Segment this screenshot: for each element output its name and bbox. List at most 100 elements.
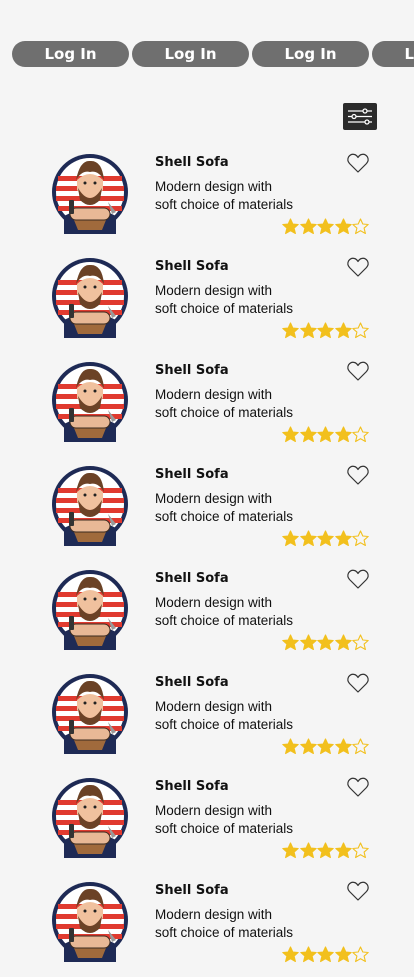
- star-filled-icon: [282, 634, 299, 651]
- product-title: Shell Sofa: [155, 779, 229, 794]
- barber-mascot-image: [52, 570, 128, 650]
- star-filled-icon: [282, 946, 299, 963]
- barber-mascot-image: [52, 674, 128, 754]
- product-card[interactable]: Shell Sofa Modern design with soft choic…: [0, 873, 414, 977]
- star-filled-icon: [334, 634, 352, 651]
- description-line: Modern design with: [155, 387, 273, 402]
- star-filled-icon: [299, 530, 317, 547]
- product-card[interactable]: Shell Sofa Modern design with soft choic…: [0, 561, 414, 665]
- star-filled-icon: [299, 634, 317, 651]
- product-card[interactable]: Shell Sofa Modern design with soft choic…: [0, 353, 414, 457]
- star-filled-icon: [317, 634, 334, 651]
- product-title: Shell Sofa: [155, 363, 229, 378]
- description-line: Modern design with: [155, 803, 273, 818]
- star-filled-icon: [334, 842, 352, 859]
- product-title: Shell Sofa: [155, 571, 229, 586]
- barber-mascot-image: [52, 258, 128, 338]
- heart-icon[interactable]: [346, 880, 370, 902]
- description-line: soft choice of materials: [155, 197, 294, 212]
- product-description: Modern design with soft choice of materi…: [155, 178, 305, 214]
- product-title: Shell Sofa: [155, 675, 229, 690]
- heart-icon[interactable]: [346, 776, 370, 798]
- product-card[interactable]: Shell Sofa Modern design with soft choic…: [0, 249, 414, 353]
- barber-mascot-image: [52, 778, 128, 858]
- star-filled-icon: [317, 218, 334, 235]
- description-line: soft choice of materials: [155, 613, 294, 628]
- star-rating: [282, 738, 372, 756]
- login-tab[interactable]: Log In: [252, 41, 369, 67]
- star-filled-icon: [334, 738, 352, 755]
- star-filled-icon: [299, 738, 317, 755]
- star-rating: [282, 946, 372, 964]
- star-filled-icon: [299, 842, 317, 859]
- product-description: Modern design with soft choice of materi…: [155, 490, 305, 526]
- product-card[interactable]: Shell Sofa Modern design with soft choic…: [0, 457, 414, 561]
- barber-mascot-image: [52, 466, 128, 546]
- heart-icon[interactable]: [346, 672, 370, 694]
- star-outline-icon: [352, 634, 369, 651]
- description-line: Modern design with: [155, 491, 273, 506]
- description-line: soft choice of materials: [155, 509, 294, 524]
- top-tab-bar: Log In Log In Log In Log In: [0, 0, 414, 80]
- product-description: Modern design with soft choice of materi…: [155, 282, 305, 318]
- login-tab[interactable]: Log In: [372, 41, 414, 67]
- star-filled-icon: [299, 322, 317, 339]
- barber-mascot-image: [52, 154, 128, 234]
- description-line: Modern design with: [155, 595, 273, 610]
- star-rating: [282, 530, 372, 548]
- description-line: soft choice of materials: [155, 405, 294, 420]
- product-card[interactable]: Shell Sofa Modern design with soft choic…: [0, 769, 414, 873]
- barber-mascot-image: [52, 362, 128, 442]
- star-rating: [282, 322, 372, 340]
- star-filled-icon: [282, 738, 299, 755]
- star-outline-icon: [352, 946, 369, 963]
- star-outline-icon: [352, 842, 369, 859]
- product-card[interactable]: Shell Sofa Modern design with soft choic…: [0, 145, 414, 249]
- star-filled-icon: [282, 218, 299, 235]
- star-filled-icon: [317, 946, 334, 963]
- description-line: soft choice of materials: [155, 821, 294, 836]
- star-filled-icon: [282, 842, 299, 859]
- star-outline-icon: [352, 426, 369, 443]
- product-description: Modern design with soft choice of materi…: [155, 906, 305, 942]
- product-card[interactable]: Shell Sofa Modern design with soft choic…: [0, 665, 414, 769]
- description-line: Modern design with: [155, 179, 273, 194]
- product-description: Modern design with soft choice of materi…: [155, 594, 305, 630]
- star-rating: [282, 218, 372, 236]
- product-description: Modern design with soft choice of materi…: [155, 698, 305, 734]
- heart-icon[interactable]: [346, 568, 370, 590]
- heart-icon[interactable]: [346, 464, 370, 486]
- heart-icon[interactable]: [346, 256, 370, 278]
- product-title: Shell Sofa: [155, 259, 229, 274]
- star-filled-icon: [334, 530, 352, 547]
- star-filled-icon: [334, 322, 352, 339]
- product-description: Modern design with soft choice of materi…: [155, 802, 305, 838]
- heart-icon[interactable]: [346, 360, 370, 382]
- login-tab[interactable]: Log In: [12, 41, 129, 67]
- star-outline-icon: [352, 530, 369, 547]
- description-line: soft choice of materials: [155, 301, 294, 316]
- star-filled-icon: [334, 218, 352, 235]
- star-outline-icon: [352, 322, 369, 339]
- description-line: soft choice of materials: [155, 717, 294, 732]
- star-filled-icon: [299, 426, 317, 443]
- star-filled-icon: [317, 322, 334, 339]
- star-filled-icon: [334, 426, 352, 443]
- star-filled-icon: [299, 218, 317, 235]
- filter-button[interactable]: [343, 103, 377, 130]
- description-line: Modern design with: [155, 907, 273, 922]
- login-tab[interactable]: Log In: [132, 41, 249, 67]
- product-title: Shell Sofa: [155, 467, 229, 482]
- heart-icon[interactable]: [346, 152, 370, 174]
- star-rating: [282, 426, 372, 444]
- product-title: Shell Sofa: [155, 155, 229, 170]
- description-line: soft choice of materials: [155, 925, 294, 940]
- star-filled-icon: [317, 738, 334, 755]
- barber-mascot-image: [52, 882, 128, 962]
- star-filled-icon: [317, 426, 334, 443]
- description-line: Modern design with: [155, 283, 273, 298]
- star-filled-icon: [334, 946, 352, 963]
- star-rating: [282, 634, 372, 652]
- star-outline-icon: [352, 218, 369, 235]
- star-filled-icon: [317, 530, 334, 547]
